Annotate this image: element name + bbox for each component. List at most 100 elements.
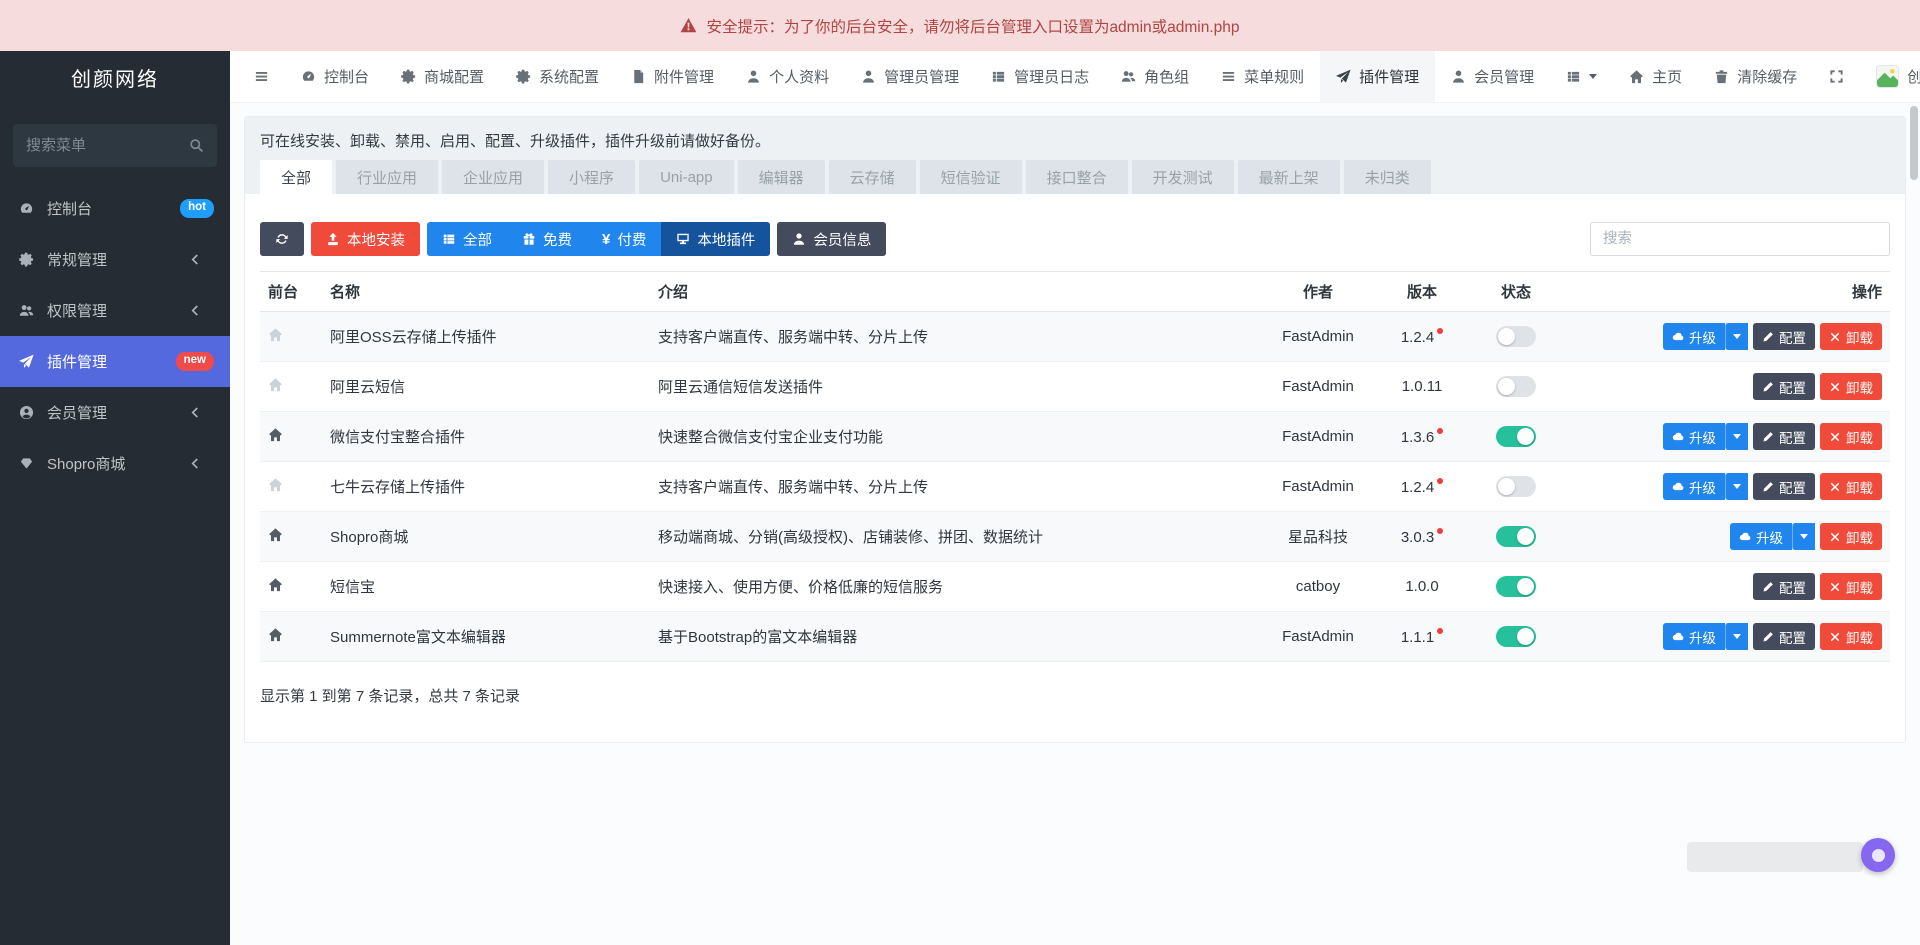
sidebar-item-permissions[interactable]: 权限管理 [0, 285, 230, 336]
nav-item-admins[interactable]: 管理员管理 [845, 51, 975, 102]
sidebar-search-input[interactable] [26, 137, 189, 154]
filter-free-button[interactable]: 免费 [507, 222, 587, 256]
nav-item-shop-config[interactable]: 商城配置 [385, 51, 500, 102]
member-info-button[interactable]: 会员信息 [777, 222, 886, 256]
nav-item-user-menu[interactable]: 创颜 [1860, 51, 1920, 102]
config-button[interactable]: 配置 [1753, 473, 1815, 500]
status-toggle[interactable] [1496, 326, 1536, 347]
tab-newest[interactable]: 最新上架 [1238, 160, 1340, 194]
sidebar-item-dashboard[interactable]: 控制台hot [0, 183, 230, 234]
tab-dev-test[interactable]: 开发测试 [1132, 160, 1234, 194]
tab-editor[interactable]: 编辑器 [738, 160, 825, 194]
sidebar-item-shopro[interactable]: Shopro商城 [0, 438, 230, 489]
nav-item-members[interactable]: 会员管理 [1435, 51, 1550, 102]
config-button[interactable]: 配置 [1753, 373, 1815, 400]
upgrade-caret-button[interactable] [1792, 523, 1815, 550]
uninstall-button[interactable]: 卸载 [1820, 473, 1882, 500]
upgrade-caret-button[interactable] [1725, 473, 1748, 500]
sidebar: 创颜网络 控制台hot常规管理权限管理插件管理new会员管理Shopro商城 [0, 51, 230, 945]
tab-enterprise[interactable]: 企业应用 [442, 160, 544, 194]
nav-item-role-groups[interactable]: 角色组 [1105, 51, 1205, 102]
nav-item-menu-rules[interactable]: 菜单规则 [1205, 51, 1320, 102]
nav-item-attachments[interactable]: 附件管理 [615, 51, 730, 102]
sidebar-item-members[interactable]: 会员管理 [0, 387, 230, 438]
upgrade-caret-button[interactable] [1725, 623, 1748, 650]
menu-toggle[interactable] [238, 51, 285, 102]
nav-item-admin-logs[interactable]: 管理员日志 [975, 51, 1105, 102]
sidebar-item-plugins[interactable]: 插件管理new [0, 336, 230, 387]
frontend-home-icon[interactable] [268, 427, 283, 442]
nav-item-clear-cache[interactable]: 清除缓存 [1698, 51, 1813, 102]
sidebar-item-general[interactable]: 常规管理 [0, 234, 230, 285]
tab-all[interactable]: 全部 [260, 160, 332, 194]
local-install-button[interactable]: 本地安装 [311, 222, 420, 256]
uninstall-button[interactable]: 卸载 [1820, 323, 1882, 350]
warning-triangle-icon [680, 17, 697, 34]
config-button[interactable]: 配置 [1753, 323, 1815, 350]
tab-industry[interactable]: 行业应用 [336, 160, 438, 194]
nav-item-label: 插件管理 [1359, 66, 1419, 87]
filter-free-label: 免费 [543, 229, 572, 250]
toolbar: 本地安装 全部 免费 ¥ [260, 222, 1890, 256]
upgrade-caret-button[interactable] [1725, 423, 1748, 450]
nav-item-profile[interactable]: 个人资料 [730, 51, 845, 102]
plane-icon [1336, 69, 1351, 84]
tab-api-integration[interactable]: 接口整合 [1026, 160, 1128, 194]
frontend-home-icon[interactable] [268, 527, 283, 542]
chat-widget-button[interactable] [1861, 838, 1895, 872]
config-button[interactable]: 配置 [1753, 423, 1815, 450]
tab-miniapp[interactable]: 小程序 [548, 160, 635, 194]
caret-down-icon [1733, 434, 1741, 439]
uninstall-button[interactable]: 卸载 [1820, 573, 1882, 600]
status-toggle[interactable] [1496, 526, 1536, 547]
status-toggle[interactable] [1496, 476, 1536, 497]
filter-paid-button[interactable]: ¥ 付费 [587, 222, 661, 256]
status-toggle[interactable] [1496, 376, 1536, 397]
tab-sms-verify[interactable]: 短信验证 [920, 160, 1022, 194]
status-toggle[interactable] [1496, 426, 1536, 447]
upgrade-button[interactable]: 升级 [1663, 623, 1725, 650]
frontend-home-icon[interactable] [268, 577, 283, 592]
nav-item-system-config[interactable]: 系统配置 [500, 51, 615, 102]
status-toggle[interactable] [1496, 626, 1536, 647]
filter-all-button[interactable]: 全部 [427, 222, 507, 256]
gauge-icon [301, 69, 316, 84]
update-dot [1437, 628, 1443, 634]
sidebar-item-label: 常规管理 [47, 249, 107, 270]
filter-local-button[interactable]: 本地插件 [661, 222, 770, 256]
cloud-icon [1672, 481, 1684, 493]
upgrade-button[interactable]: 升级 [1663, 473, 1725, 500]
plugin-name: 短信宝 [322, 562, 650, 612]
upgrade-button[interactable]: 升级 [1663, 423, 1725, 450]
tab-uniapp[interactable]: Uni-app [639, 160, 734, 194]
plugin-search-input[interactable] [1590, 222, 1890, 256]
config-button[interactable]: 配置 [1753, 623, 1815, 650]
refresh-button[interactable] [260, 222, 304, 256]
upgrade-button[interactable]: 升级 [1730, 523, 1792, 550]
nav-item-fullscreen[interactable] [1813, 51, 1860, 102]
frontend-home-icon[interactable] [268, 377, 283, 392]
nav-item-label: 角色组 [1144, 66, 1189, 87]
frontend-home-icon[interactable] [268, 477, 283, 492]
upgrade-caret-button[interactable] [1725, 323, 1748, 350]
plugin-author: 星品科技 [1262, 512, 1374, 562]
pencil-icon [1762, 381, 1774, 393]
nav-item-more-menu[interactable] [1550, 51, 1613, 102]
uninstall-button[interactable]: 卸载 [1820, 423, 1882, 450]
frontend-home-icon[interactable] [268, 627, 283, 642]
user-circle-icon [19, 405, 46, 420]
upgrade-button[interactable]: 升级 [1663, 323, 1725, 350]
tab-cloud-storage[interactable]: 云存储 [829, 160, 916, 194]
config-button[interactable]: 配置 [1753, 573, 1815, 600]
nav-item-plugins[interactable]: 插件管理 [1320, 51, 1435, 102]
gear-icon [516, 69, 531, 84]
status-toggle[interactable] [1496, 576, 1536, 597]
nav-item-dashboard[interactable]: 控制台 [285, 51, 385, 102]
window-scrollbar[interactable] [1910, 106, 1918, 180]
uninstall-button[interactable]: 卸载 [1820, 623, 1882, 650]
uninstall-button[interactable]: 卸载 [1820, 523, 1882, 550]
nav-item-homepage[interactable]: 主页 [1613, 51, 1698, 102]
uninstall-button[interactable]: 卸载 [1820, 373, 1882, 400]
tab-uncategorized[interactable]: 未归类 [1344, 160, 1431, 194]
frontend-home-icon[interactable] [268, 327, 283, 342]
